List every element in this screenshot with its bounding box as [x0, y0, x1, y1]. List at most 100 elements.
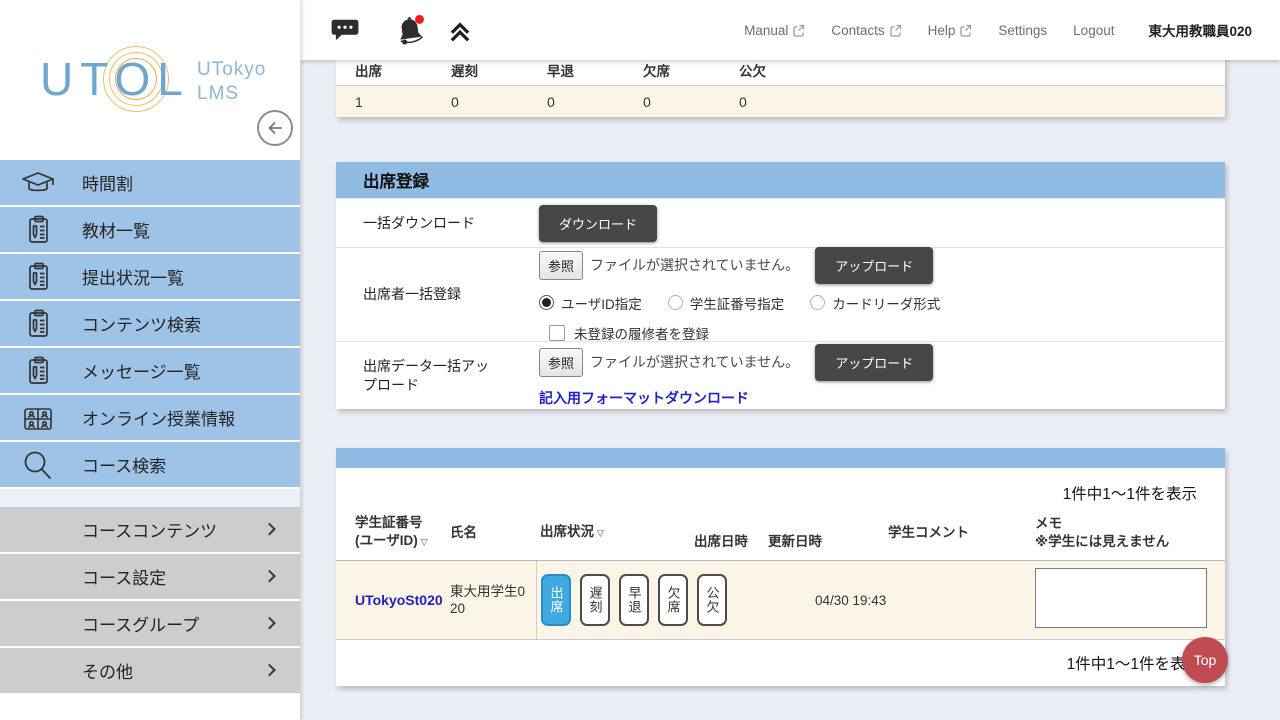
clipboard-icon [20, 307, 56, 341]
sidebar-item-submission-status[interactable]: 提出状況一覧 [0, 254, 300, 301]
utol-logo-subtitle: UTokyo LMS [197, 58, 266, 106]
bulk-register-row: 出席者一括登録 参照 ファイルが選択されていません。 アップロード ユーザID指… [336, 247, 1225, 341]
browse-button[interactable]: 参照 [539, 348, 583, 377]
summary-header-early: 早退 [528, 60, 624, 80]
memo-cell [1026, 568, 1225, 633]
external-link-icon [959, 24, 972, 37]
bulk-upload-label: 出席データ一括アップロード [363, 357, 539, 395]
summary-value-early: 0 [528, 94, 624, 110]
sidebar-item-course-search[interactable]: コース検索 [0, 442, 300, 489]
radio-button-icon [539, 295, 554, 310]
attendance-register-section: 出席登録 一括ダウンロード ダウンロード 出席者一括登録 参照 ファイルが選択さ… [336, 162, 1225, 409]
summary-value-absent: 0 [624, 94, 720, 110]
chevron-right-icon [263, 569, 276, 582]
no-file-selected-text: ファイルが選択されていません。 [590, 352, 799, 372]
back-to-top-button[interactable]: Top [1182, 637, 1228, 683]
download-button[interactable]: ダウンロード [539, 205, 657, 242]
status-button-group: 出席 遅刻 早退 欠席 公欠 [536, 561, 686, 639]
chevron-right-icon [263, 522, 276, 535]
register-unenrolled-checkbox[interactable] [549, 325, 565, 341]
bulk-upload-row: 出席データ一括アップロード 参照 ファイルが選択されていません。 アップロード … [336, 341, 1225, 409]
status-present-button[interactable]: 出席 [541, 574, 571, 626]
contacts-link[interactable]: Contacts [831, 23, 901, 38]
register-type-radios: ユーザID指定 学生証番号指定 カードリーダ形式 [539, 293, 940, 313]
radio-student-number[interactable]: 学生証番号指定 [668, 293, 785, 313]
sidebar-item-online-class-info[interactable]: オンライン授業情報 [0, 395, 300, 442]
register-unenrolled-label: 未登録の履修者を登録 [574, 323, 709, 343]
sidebar-item-course-group[interactable]: コースグループ [0, 601, 300, 648]
sidebar-item-materials[interactable]: 教材一覧 [0, 207, 300, 254]
settings-link[interactable]: Settings [998, 23, 1047, 38]
column-student-comment: 学生コメント [876, 524, 1026, 542]
help-link[interactable]: Help [928, 23, 973, 38]
status-early-leave-button[interactable]: 早退 [619, 574, 649, 626]
sidebar-item-others[interactable]: その他 [0, 648, 300, 695]
upload-button[interactable]: アップロード [815, 344, 933, 381]
clipboard-icon [20, 213, 56, 247]
status-absent-button[interactable]: 欠席 [658, 574, 688, 626]
clipboard-icon [20, 354, 56, 388]
section-title: 出席登録 [336, 162, 1225, 198]
sidebar-item-messages[interactable]: メッセージ一覧 [0, 348, 300, 395]
sidebar: UTOL UTokyo LMS 時間割 教材一覧 提出状況一覧 コンテン [0, 0, 300, 720]
topbar-links: Manual Contacts Help Settings Logout 東大用… [744, 20, 1280, 40]
current-username: 東大用教職員020 [1148, 20, 1252, 40]
register-unenrolled-option: 未登録の履修者を登録 [549, 323, 940, 343]
online-class-icon [20, 401, 56, 435]
updated-time-value: 04/30 19:43 [761, 593, 876, 608]
external-link-icon [889, 24, 902, 37]
format-download-link[interactable]: 記入用フォーマットダウンロード [539, 388, 749, 408]
column-name: 氏名 [446, 524, 536, 542]
sidebar-item-course-settings[interactable]: コース設定 [0, 554, 300, 601]
result-count-bottom: 1件中1〜1件を表示 [336, 639, 1225, 686]
table-header-row: 学生証番号 (ユーザID)▽ 氏名 出席状況▽ 出席日時 更新日時 学生コメント… [336, 504, 1225, 561]
utol-logo: UTOL [40, 52, 190, 106]
upload-button[interactable]: アップロード [815, 247, 933, 284]
logout-link[interactable]: Logout [1073, 23, 1114, 38]
browse-button[interactable]: 参照 [539, 251, 583, 280]
column-status[interactable]: 出席状況▽ [536, 523, 686, 542]
clipboard-icon [20, 260, 56, 294]
bulk-download-row: 一括ダウンロード ダウンロード [336, 198, 1225, 247]
chevron-right-icon [263, 616, 276, 629]
column-memo: メモ ※学生には見えません [1026, 515, 1225, 551]
table-top-bar [336, 448, 1225, 468]
sidebar-item-content-search[interactable]: コンテンツ検索 [0, 301, 300, 348]
bulk-upload-controls: 参照 ファイルが選択されていません。 アップロード 記入用フォーマットダウンロー… [539, 344, 933, 408]
student-name: 東大用学生020 [446, 583, 536, 617]
summary-header-present: 出席 [336, 60, 432, 80]
notifications-bell-icon[interactable] [394, 14, 428, 46]
table-row: UTokyoSt020 東大用学生020 出席 遅刻 早退 欠席 公欠 04/3… [336, 561, 1225, 639]
column-student-id[interactable]: 学生証番号 (ユーザID)▽ [336, 514, 446, 551]
summary-header-late: 遅刻 [432, 60, 528, 80]
scroll-top-chevrons-icon[interactable] [446, 16, 474, 44]
bulk-register-label: 出席者一括登録 [363, 285, 539, 304]
chevron-right-icon [263, 663, 276, 676]
sort-icon[interactable]: ▽ [597, 528, 604, 538]
bulk-download-label: 一括ダウンロード [363, 214, 539, 233]
radio-button-icon [810, 295, 825, 310]
student-id-link[interactable]: UTokyoSt020 [336, 592, 446, 608]
student-attendance-table: 1件中1〜1件を表示 学生証番号 (ユーザID)▽ 氏名 出席状況▽ 出席日時 … [336, 448, 1225, 686]
radio-card-reader[interactable]: カードリーダ形式 [810, 293, 940, 313]
sort-icon[interactable]: ▽ [421, 537, 428, 547]
status-late-button[interactable]: 遅刻 [580, 574, 610, 626]
messages-icon[interactable] [330, 17, 360, 44]
summary-value-excused: 0 [720, 94, 816, 110]
summary-value-late: 0 [432, 94, 528, 110]
column-updated-time: 更新日時 [761, 533, 876, 551]
summary-header-absent: 欠席 [624, 60, 720, 80]
manual-link[interactable]: Manual [744, 23, 805, 38]
topbar: Manual Contacts Help Settings Logout 東大用… [300, 0, 1280, 60]
external-link-icon [792, 24, 805, 37]
radio-button-icon [668, 295, 683, 310]
summary-value-present: 1 [336, 94, 432, 110]
radio-user-id[interactable]: ユーザID指定 [539, 293, 642, 313]
sidebar-item-timetable[interactable]: 時間割 [0, 160, 300, 207]
summary-header-excused: 公欠 [720, 60, 816, 80]
memo-textarea[interactable] [1035, 568, 1207, 628]
bulk-register-controls: 参照 ファイルが選択されていません。 アップロード ユーザID指定 学生証番号指… [539, 247, 940, 343]
sidebar-collapse-button[interactable] [257, 110, 293, 146]
status-excused-button[interactable]: 公欠 [697, 574, 727, 626]
sidebar-item-course-contents[interactable]: コースコンテンツ [0, 507, 300, 554]
